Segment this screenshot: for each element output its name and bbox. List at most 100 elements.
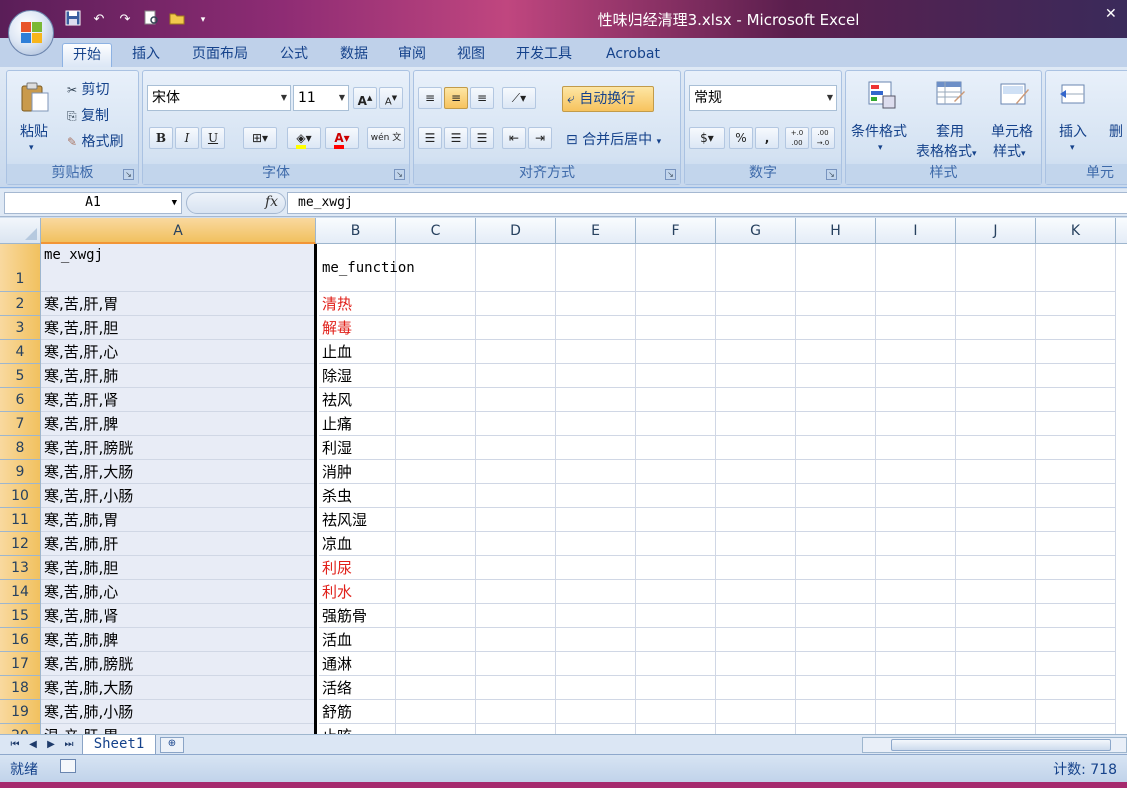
grow-font-button[interactable]: A▲ — [353, 87, 377, 109]
cell-a[interactable]: 寒,苦,肝,肺 — [41, 364, 316, 388]
font-name-select[interactable]: 宋体 ▼ — [147, 85, 291, 111]
cell-a[interactable]: 寒,苦,肺,胃 — [41, 508, 316, 532]
borders-icon[interactable]: ⊞▾ — [243, 127, 277, 149]
empty-cell[interactable] — [396, 316, 476, 340]
empty-cell[interactable] — [796, 700, 876, 724]
empty-cell[interactable] — [716, 412, 796, 436]
empty-cell[interactable] — [556, 364, 636, 388]
row-header[interactable]: 13 — [0, 556, 41, 580]
cell-a[interactable]: 寒,苦,肝,大肠 — [41, 460, 316, 484]
cell-b[interactable]: 杀虫 — [319, 484, 396, 508]
empty-cell[interactable] — [716, 244, 796, 292]
wrap-text-button[interactable]: ⤶ 自动换行 — [562, 86, 654, 112]
empty-cell[interactable] — [1036, 532, 1116, 556]
first-sheet-icon[interactable]: ⏮ — [8, 738, 22, 752]
cell-b[interactable]: 利湿 — [319, 436, 396, 460]
empty-cell[interactable] — [1036, 292, 1116, 316]
empty-cell[interactable] — [716, 628, 796, 652]
empty-cell[interactable] — [876, 628, 956, 652]
empty-cell[interactable] — [876, 724, 956, 734]
empty-cell[interactable] — [716, 388, 796, 412]
empty-cell[interactable] — [796, 364, 876, 388]
row-header[interactable]: 17 — [0, 652, 41, 676]
percent-button[interactable]: % — [729, 127, 753, 149]
font-color-icon[interactable]: A▾ — [325, 127, 359, 149]
cell-b[interactable]: 利水 — [319, 580, 396, 604]
empty-cell[interactable] — [476, 556, 556, 580]
cell-b[interactable]: 强筋骨 — [319, 604, 396, 628]
cell-a[interactable]: 寒,苦,肝,胃 — [41, 292, 316, 316]
align-left-icon[interactable]: ☰ — [418, 127, 442, 149]
cell-a[interactable]: 寒,苦,肺,肾 — [41, 604, 316, 628]
tab-acrobat[interactable]: Acrobat — [596, 43, 670, 68]
cell-a[interactable]: 寒,苦,肺,肝 — [41, 532, 316, 556]
empty-cell[interactable] — [556, 340, 636, 364]
macro-record-icon[interactable] — [60, 759, 76, 773]
row-header[interactable]: 9 — [0, 460, 41, 484]
empty-cell[interactable] — [876, 508, 956, 532]
empty-cell[interactable] — [716, 364, 796, 388]
empty-cell[interactable] — [636, 580, 716, 604]
empty-cell[interactable] — [636, 628, 716, 652]
cell-a[interactable]: 寒,苦,肝,胆 — [41, 316, 316, 340]
format-painter-button[interactable]: ✎ 格式刷 — [67, 131, 124, 151]
number-format-select[interactable]: 常规 ▼ — [689, 85, 837, 111]
empty-cell[interactable] — [636, 700, 716, 724]
tab-view[interactable]: 视图 — [447, 43, 495, 68]
empty-cell[interactable] — [556, 388, 636, 412]
tab-page-layout[interactable]: 页面布局 — [182, 43, 258, 68]
empty-cell[interactable] — [796, 244, 876, 292]
row-header[interactable]: 16 — [0, 628, 41, 652]
row-header[interactable]: 14 — [0, 580, 41, 604]
empty-cell[interactable] — [556, 244, 636, 292]
select-all-button[interactable] — [0, 218, 41, 244]
empty-cell[interactable] — [636, 460, 716, 484]
empty-cell[interactable] — [716, 292, 796, 316]
cell-styles-button[interactable]: 样式▾ — [993, 141, 1026, 161]
cell-a[interactable]: 寒,苦,肺,小肠 — [41, 700, 316, 724]
empty-cell[interactable] — [716, 436, 796, 460]
cell-b[interactable]: 止痛 — [319, 412, 396, 436]
close-icon[interactable]: ✕ — [1105, 6, 1123, 24]
column-header-c[interactable]: C — [396, 218, 476, 244]
column-header-b[interactable]: B — [316, 218, 396, 244]
empty-cell[interactable] — [636, 604, 716, 628]
column-header-j[interactable]: J — [956, 218, 1036, 244]
empty-cell[interactable] — [556, 508, 636, 532]
tab-insert[interactable]: 插入 — [122, 43, 170, 68]
empty-cell[interactable] — [396, 532, 476, 556]
insert-cells-button[interactable]: 插入 — [1059, 121, 1087, 141]
empty-cell[interactable] — [636, 244, 716, 292]
empty-cell[interactable] — [716, 532, 796, 556]
table-format-line1[interactable]: 套用 — [936, 121, 964, 141]
empty-cell[interactable] — [716, 340, 796, 364]
decrease-decimal-button[interactable]: .00 →.0 — [811, 127, 835, 149]
tab-data[interactable]: 数据 — [330, 43, 378, 68]
empty-cell[interactable] — [396, 484, 476, 508]
empty-cell[interactable] — [396, 460, 476, 484]
empty-cell[interactable] — [716, 652, 796, 676]
empty-cell[interactable] — [556, 724, 636, 734]
empty-cell[interactable] — [556, 604, 636, 628]
align-top-icon[interactable]: ≡ — [418, 87, 442, 109]
empty-cell[interactable] — [1036, 436, 1116, 460]
cell-a[interactable]: 寒,苦,肺,膀胱 — [41, 652, 316, 676]
empty-cell[interactable] — [556, 412, 636, 436]
empty-cell[interactable] — [1036, 460, 1116, 484]
empty-cell[interactable] — [956, 412, 1036, 436]
row-header[interactable]: 8 — [0, 436, 41, 460]
empty-cell[interactable] — [876, 292, 956, 316]
empty-cell[interactable] — [716, 484, 796, 508]
empty-cell[interactable] — [476, 532, 556, 556]
font-launcher-icon[interactable]: ↘ — [394, 169, 405, 180]
empty-cell[interactable] — [956, 628, 1036, 652]
empty-cell[interactable] — [716, 604, 796, 628]
underline-button[interactable]: U — [201, 127, 225, 149]
empty-cell[interactable] — [476, 700, 556, 724]
alignment-launcher-icon[interactable]: ↘ — [665, 169, 676, 180]
column-header-g[interactable]: G — [716, 218, 796, 244]
cell-styles-line1[interactable]: 单元格 — [991, 121, 1033, 141]
cell-b[interactable]: 通淋 — [319, 652, 396, 676]
empty-cell[interactable] — [636, 340, 716, 364]
empty-cell[interactable] — [956, 700, 1036, 724]
